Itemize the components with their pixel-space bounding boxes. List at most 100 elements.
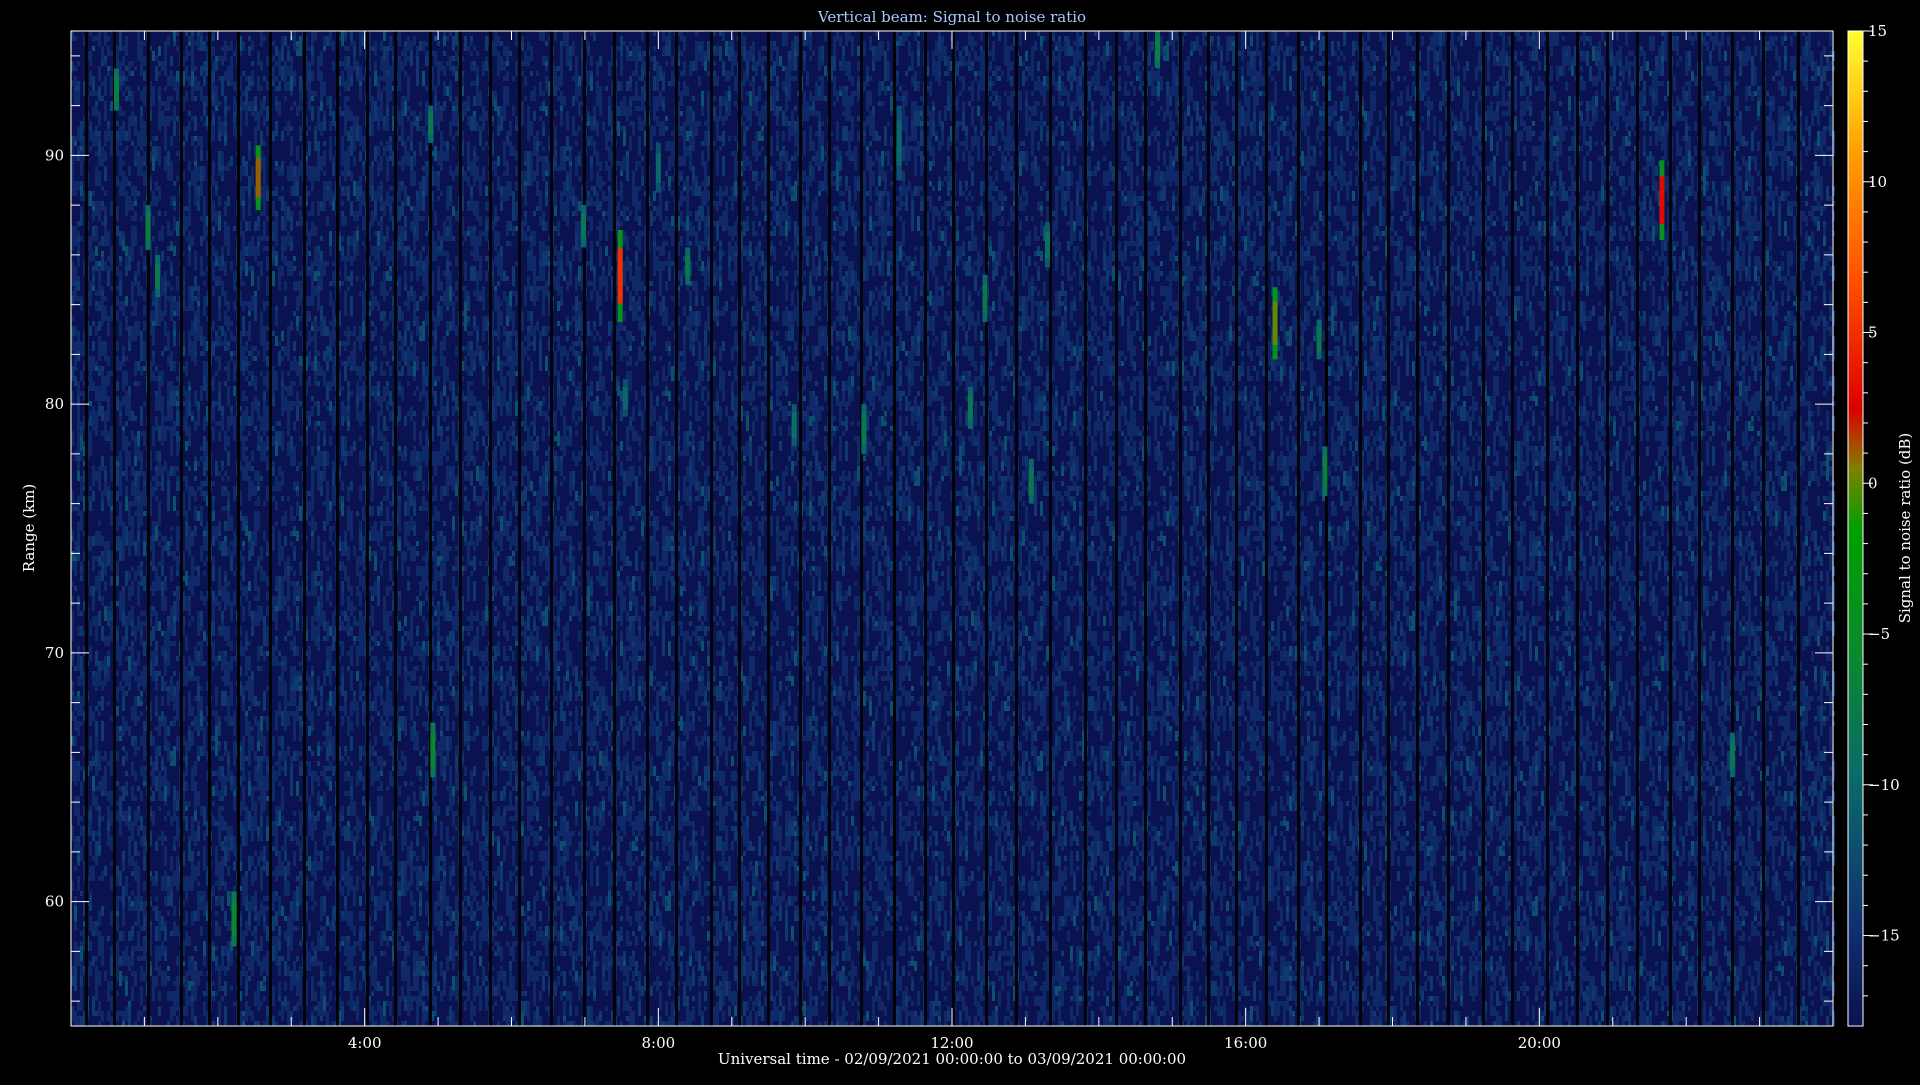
y-tick-label: 70 [45, 644, 64, 662]
time-gap [1144, 31, 1147, 1026]
time-gap [269, 31, 272, 1026]
colorbar-tick-label: 0 [1868, 474, 1878, 492]
time-gap [429, 31, 432, 1026]
time-gap [180, 31, 183, 1026]
time-gap [1797, 31, 1800, 1026]
detection [155, 263, 160, 288]
time-gap [1297, 31, 1300, 1026]
colorbar-label: Signal to noise ratio (dB) [1896, 433, 1914, 624]
time-gap [1546, 31, 1549, 1026]
time-gap [583, 31, 586, 1026]
time-gap [1698, 31, 1701, 1026]
time-gap [113, 31, 116, 1026]
colorbar-tick-label: 10 [1868, 173, 1887, 191]
detection [256, 158, 261, 197]
detection [1322, 456, 1327, 486]
x-tick-label: 4:00 [348, 1034, 382, 1052]
colorbar-tick-label: −5 [1868, 625, 1890, 643]
time-gap [1235, 31, 1238, 1026]
snr-heatmap-chart: 4:008:0012:0016:0020:0060708090 151050−5… [0, 0, 1920, 1080]
time-gap [1731, 31, 1734, 1026]
time-gap [646, 31, 649, 1026]
detection [428, 113, 433, 135]
detection [581, 214, 586, 239]
detection [1730, 741, 1735, 768]
time-gap [237, 31, 240, 1026]
time-gap [303, 31, 306, 1026]
colorbar-tick-label: 5 [1868, 324, 1878, 342]
time-gap [860, 31, 863, 1026]
x-tick-label: 20:00 [1518, 1034, 1561, 1052]
time-gap [208, 31, 211, 1026]
detection [1155, 38, 1160, 60]
time-gap [924, 31, 927, 1026]
x-axis-label: Universal time - 02/09/2021 00:00:00 to … [718, 1050, 1186, 1068]
y-tick-label: 60 [45, 893, 64, 911]
detection [146, 214, 151, 241]
detection [792, 413, 797, 438]
time-gap [366, 31, 369, 1026]
time-gap [85, 31, 88, 1026]
time-gap [1762, 31, 1765, 1026]
x-tick-label: 16:00 [1224, 1034, 1267, 1052]
chart-root: 4:008:0012:0016:0020:0060708090 151050−5… [0, 0, 1920, 1080]
detection [1029, 468, 1034, 495]
time-gap [1447, 31, 1450, 1026]
time-gap [799, 31, 802, 1026]
time-gap [1482, 31, 1485, 1026]
chart-title: Vertical beam: Signal to noise ratio [817, 8, 1086, 26]
time-gap [613, 31, 616, 1026]
time-gap [1179, 31, 1182, 1026]
y-tick-label: 80 [45, 395, 64, 413]
detection [430, 733, 435, 766]
time-gap [1576, 31, 1579, 1026]
y-axis-label: Range (km) [20, 484, 38, 573]
time-gap [1511, 31, 1514, 1026]
time-gap [1115, 31, 1118, 1026]
time-gap [985, 31, 988, 1026]
colorbar-tick-label: 15 [1868, 22, 1887, 40]
colorbar-ticks-layer: 15 10 5 0 −5 −10 −15 [1863, 22, 1900, 996]
time-gap [1325, 31, 1328, 1026]
detection [1273, 302, 1278, 345]
colorbar-tick-label: −15 [1868, 927, 1900, 945]
detection [623, 387, 628, 409]
time-gap [1669, 31, 1672, 1026]
time-gap [893, 31, 896, 1026]
time-gap [518, 31, 521, 1026]
time-gap [147, 31, 150, 1026]
time-gap [459, 31, 462, 1026]
time-gap [828, 31, 831, 1026]
time-gap [1636, 31, 1639, 1026]
detection [968, 395, 973, 420]
time-gap [952, 31, 955, 1026]
detection [618, 248, 623, 303]
x-tick-label: 8:00 [641, 1034, 675, 1052]
time-gap [1207, 31, 1210, 1026]
detection [231, 903, 236, 936]
time-gap [489, 31, 492, 1026]
detection [685, 255, 690, 277]
time-gap [336, 31, 339, 1026]
time-gap [1416, 31, 1419, 1026]
colorbar-tick-label: −10 [1868, 776, 1900, 794]
colorbar [1848, 31, 1863, 1026]
detection [114, 77, 119, 102]
time-gap [1049, 31, 1052, 1026]
time-gap [1359, 31, 1362, 1026]
detection [1317, 328, 1322, 352]
detection [656, 153, 661, 183]
time-gap [394, 31, 397, 1026]
time-gap [738, 31, 741, 1026]
time-gap [1606, 31, 1609, 1026]
time-gap [1387, 31, 1390, 1026]
y-tick-label: 90 [45, 146, 64, 164]
detection [861, 414, 866, 444]
detection [983, 284, 988, 312]
time-gap [767, 31, 770, 1026]
time-gap [675, 31, 678, 1026]
detection [1659, 176, 1664, 224]
time-gap [1015, 31, 1018, 1026]
detection [897, 121, 902, 166]
time-gap [550, 31, 553, 1026]
